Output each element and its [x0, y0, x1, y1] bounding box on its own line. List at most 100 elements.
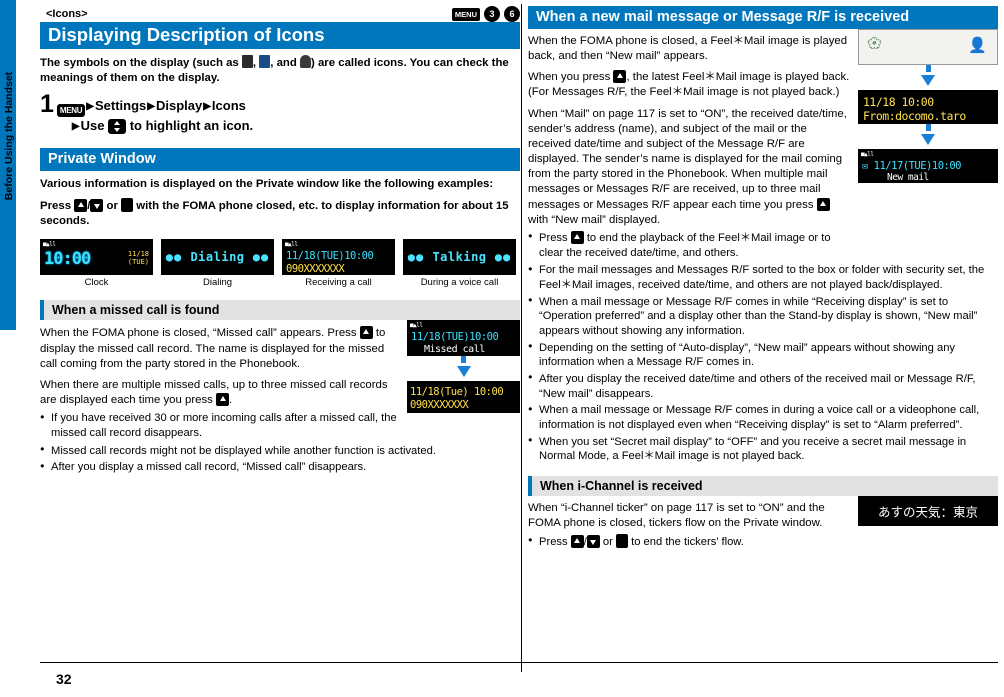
arrow-stem — [461, 356, 466, 364]
arrow-stem — [925, 124, 931, 131]
new-mail-heading: When a new mail message or Message R/F i… — [528, 6, 998, 29]
figure-during-voice-call: ●● Talking ●● During a voice call — [403, 239, 516, 288]
up-key-icon — [613, 70, 627, 84]
lcd-status-icons: ■▲ll — [43, 241, 56, 249]
p-key-icon — [121, 198, 134, 213]
feelmail-branch-icon: 🌸︎ — [867, 36, 883, 50]
procedure-step-1: 1 MENU ▶Settings▶Display▶Icons ▶Use to hi… — [40, 89, 520, 136]
ichannel-figure: あすの天気：東京 — [858, 495, 998, 526]
list-item: Press / or to end the tickers’ flow. — [528, 534, 850, 550]
up-key-icon — [570, 230, 584, 244]
list-item: After you display the received date/time… — [528, 372, 998, 401]
figure-caption: Dialing — [202, 277, 233, 289]
list-item: Press to end the playback of the Feel＊Ma… — [528, 230, 850, 260]
new-mail-para-1: When the FOMA phone is closed, a Feel＊Ma… — [528, 35, 848, 63]
section-kicker: <Icons> — [40, 7, 90, 21]
list-item: When a mail message or Message R/F comes… — [528, 403, 998, 432]
inline-icon-2 — [259, 55, 271, 69]
new-mail-text: When the FOMA phone is closed, a Feel＊Ma… — [528, 29, 850, 260]
lcd-dialing-text: ●● Dialing ●● — [165, 250, 270, 265]
missed-call-para-2: When there are multiple missed calls, up… — [40, 378, 388, 407]
right-column: When a new mail message or Message R/F i… — [528, 0, 998, 550]
up-key-icon — [359, 326, 373, 340]
p-key-icon — [616, 534, 628, 549]
missed-call-bullets-2: Missed call records might not be display… — [40, 444, 520, 475]
lcd-mail-line1: 11/18 10:00 — [863, 95, 934, 109]
inline-icon-3 — [300, 55, 312, 69]
missed-call-figures: ■▲ll 11/18(TUE)10:00 Missed call 11/18(T… — [407, 320, 520, 414]
header-key-sequence: MENU 3 6 — [451, 6, 520, 22]
lcd-mail2-line1: ✉ 11/17(TUE)10:00 — [862, 160, 961, 172]
up-key-icon — [216, 393, 230, 407]
lcd-mail-line2: From:docomo.taro — [863, 109, 966, 123]
icons-section-header: <Icons> MENU 3 6 Displaying Description … — [40, 6, 520, 50]
up-key-icon — [570, 535, 584, 549]
new-mail-block: 🌸︎ 👤 11/18 10:00 From:docomo.taro ■▲ll ✉… — [528, 29, 998, 260]
ichannel-bullets: Press / or to end the tickers’ flow. — [528, 534, 850, 550]
missed-call-para-1: When the FOMA phone is closed, “Missed c… — [40, 326, 386, 370]
new-mail-para-2: When you press , the latest Feel＊Mail im… — [528, 70, 850, 99]
figure-caption: During a voice call — [420, 277, 499, 289]
step-settings-label: Settings — [94, 97, 147, 113]
lcd-clock-date: 11/18 (TUE) — [127, 250, 149, 267]
private-window-figure-row: ■▲ll 10:00 11/18 (TUE) Clock ●● Dialing … — [40, 239, 520, 288]
list-item: If you have received 30 or more incoming… — [40, 411, 399, 440]
missed-call-block: ■▲ll 11/18(TUE)10:00 Missed call 11/18(T… — [40, 320, 520, 440]
lcd-receiving-line2: 090XXXXXXX — [286, 263, 345, 276]
figure-receiving-call: ■▲ll 11/18(TUE)10:00 090XXXXXXX Receivin… — [282, 239, 395, 288]
lcd-missed-line1: 11/18(TUE)10:00 — [411, 331, 499, 344]
lcd-ichannel-ticker: あすの天気：東京 — [877, 504, 978, 520]
ichannel-para-1: When “i-Channel ticker” on page 117 is s… — [528, 501, 825, 530]
lcd-mail2-line2: New mail — [887, 172, 929, 183]
menu-key-icon: MENU — [56, 103, 86, 118]
down-arrow-icon — [921, 134, 935, 145]
new-mail-bullets: For the mail messages and Messages R/F s… — [528, 263, 998, 464]
missed-call-bullets: If you have received 30 or more incoming… — [40, 411, 399, 440]
new-mail-bullets-top: Press to end the playback of the Feel＊Ma… — [528, 230, 850, 260]
private-window-para-2: Press / or with the FOMA phone closed, e… — [40, 198, 509, 228]
footer-divider — [40, 662, 998, 663]
lcd-status-icons: ■▲ll — [861, 151, 874, 158]
step-line-2: ▶Use to highlight an icon. — [71, 118, 254, 135]
figure-caption: Receiving a call — [305, 277, 372, 289]
feelmail-person-icon: 👤 — [968, 36, 987, 54]
figure-clock: ■▲ll 10:00 11/18 (TUE) Clock — [40, 239, 153, 288]
step-display-label: Display — [155, 97, 203, 113]
step-text: MENU ▶Settings▶Display▶Icons ▶Use to high… — [56, 94, 254, 136]
new-mail-para-3: When “Mail” on page 117 is set to “ON”, … — [528, 107, 847, 226]
section-tab-label: Before Using the Handset — [3, 71, 15, 201]
figure-caption: Clock — [84, 277, 109, 289]
lcd-talking-text: ●● Talking ●● — [407, 250, 512, 265]
page-number: 32 — [56, 671, 72, 687]
left-column: <Icons> MENU 3 6 Displaying Description … — [40, 0, 520, 475]
list-item: Depending on the setting of “Auto-displa… — [528, 341, 998, 370]
key-6-icon: 6 — [504, 6, 520, 22]
down-key-icon — [90, 199, 104, 213]
icons-intro-paragraph: The symbols on the display (such as , , … — [40, 55, 509, 85]
step-number: 1 — [40, 89, 54, 118]
lcd-receiving-line1: 11/18(TUE)10:00 — [286, 250, 374, 263]
down-arrow-icon — [921, 75, 935, 86]
inline-icon-1 — [241, 55, 253, 69]
ichannel-heading: When i-Channel is received — [528, 475, 998, 496]
key-3-icon: 3 — [484, 6, 500, 22]
icons-intro-text: The symbols on the display (such as — [40, 57, 242, 70]
lcd-missed-line2: Missed call — [424, 344, 485, 356]
down-arrow-icon — [456, 366, 471, 378]
ichannel-block: あすの天気：東京 When “i-Channel ticker” on page… — [528, 495, 998, 550]
missed-call-heading: When a missed call is found — [40, 300, 520, 321]
new-mail-figures: 🌸︎ 👤 11/18 10:00 From:docomo.taro ■▲ll ✉… — [858, 29, 998, 183]
list-item: After you display a missed call record, … — [40, 460, 520, 475]
lcd-missed2-line1: 11/18(Tue) 10:00 — [410, 386, 504, 399]
menu-key-icon: MENU — [451, 7, 480, 21]
column-divider — [521, 4, 522, 672]
list-item: When a mail message or Message R/F comes… — [528, 295, 998, 339]
up-key-icon — [816, 197, 830, 211]
list-item: When you set “Secret mail display” to “O… — [528, 435, 998, 464]
up-key-icon — [74, 199, 88, 213]
lcd-status-icons: ■▲ll — [410, 322, 423, 330]
arrow-stem — [925, 65, 931, 72]
missed-call-text: When the FOMA phone is closed, “Missed c… — [40, 320, 399, 440]
list-item: Missed call records might not be display… — [40, 444, 520, 459]
list-item: For the mail messages and Messages R/F s… — [528, 263, 998, 292]
